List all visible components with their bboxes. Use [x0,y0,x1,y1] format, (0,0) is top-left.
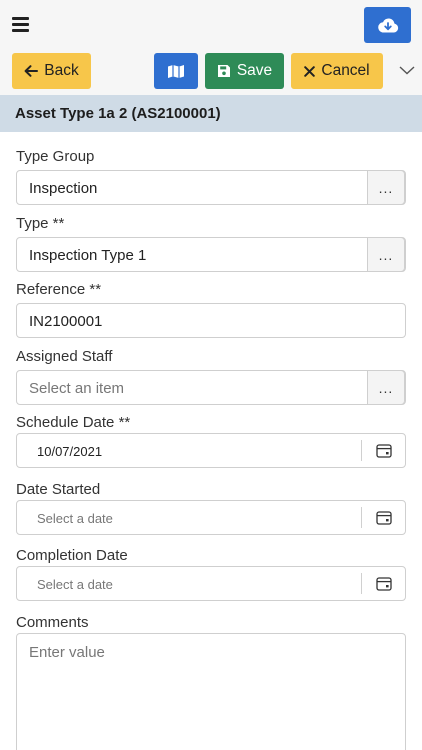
cloud-download-icon [377,18,398,33]
comments-placeholder: Enter value [29,644,105,661]
date-started-placeholder: Select a date [37,511,113,526]
calendar-icon [375,577,392,591]
date-started-label: Date Started [16,481,101,498]
type-group-field[interactable]: Inspection ... [16,170,406,205]
type-label: Type ** [16,215,65,232]
calendar-icon [375,511,392,525]
cancel-button[interactable]: Cancel [291,53,383,89]
back-button-label: Back [44,62,79,79]
type-group-label: Type Group [16,148,95,165]
schedule-date-input[interactable]: 10/07/2021 [16,433,406,468]
reference-label: Reference ** [16,281,102,298]
record-title: Asset Type 1a 2 (AS2100001) [15,105,221,122]
comments-textarea[interactable]: Enter value [16,633,406,750]
schedule-date-picker-button[interactable] [362,434,405,467]
assigned-staff-placeholder: Select an item [29,380,125,397]
completion-date-placeholder: Select a date [37,577,113,592]
arrow-left-icon [24,65,39,77]
back-button[interactable]: Back [12,53,91,89]
chevron-down-icon[interactable] [398,63,416,77]
schedule-date-label: Schedule Date ** [16,414,131,431]
floppy-disk-icon [217,65,230,77]
completion-date-input[interactable]: Select a date [16,566,406,601]
cloud-download-button[interactable] [364,7,411,43]
completion-date-picker-button[interactable] [362,567,405,600]
save-button-label: Save [236,62,273,79]
x-icon [304,65,316,77]
type-lookup-button[interactable]: ... [367,237,405,272]
type-field[interactable]: Inspection Type 1 ... [16,237,406,272]
calendar-icon [375,444,392,458]
date-started-input[interactable]: Select a date [16,500,406,535]
type-group-lookup-button[interactable]: ... [367,170,405,205]
map-icon [168,64,184,78]
completion-date-label: Completion Date [16,547,128,564]
reference-input[interactable]: IN2100001 [16,303,406,338]
date-started-picker-button[interactable] [362,501,405,534]
map-button[interactable] [154,53,198,89]
reference-value: IN2100001 [29,313,103,330]
type-value: Inspection Type 1 [29,247,147,264]
assigned-staff-label: Assigned Staff [16,348,113,365]
comments-label: Comments [16,614,89,631]
assigned-staff-field[interactable]: Select an item ... [16,370,406,405]
cancel-button-label: Cancel [321,62,370,79]
schedule-date-value: 10/07/2021 [37,444,103,459]
hamburger-icon[interactable] [12,17,29,32]
top-toolbar: Back Save Cancel [0,0,422,95]
record-header: Asset Type 1a 2 (AS2100001) [0,95,422,132]
save-button[interactable]: Save [205,53,284,89]
assigned-staff-lookup-button[interactable]: ... [367,370,405,405]
type-group-value: Inspection [29,180,98,197]
